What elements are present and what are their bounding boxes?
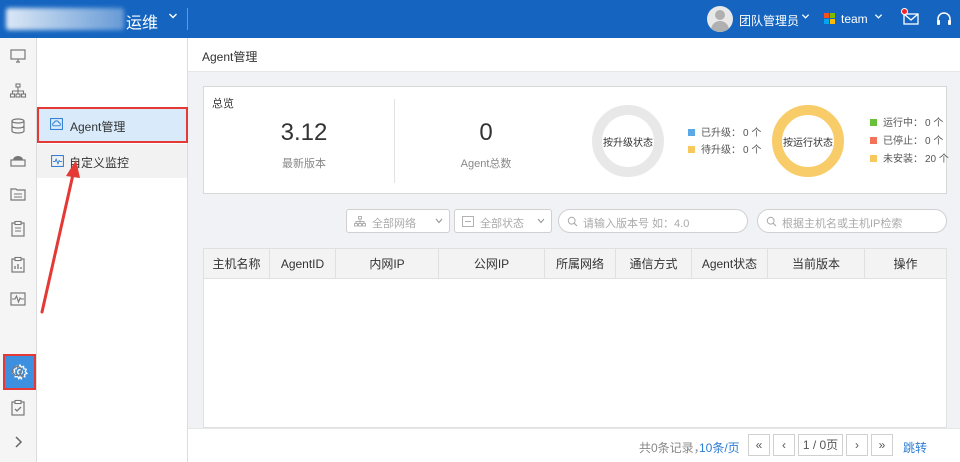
pagination: 共0条记录， 10条/页 « ‹ 1 / 0页 › » 跳转 bbox=[188, 428, 960, 462]
table-header: 主机名称 AgentID 内网IP 公网IP 所属网络 通信方式 Agent状态… bbox=[204, 249, 946, 279]
column-header-agent-status[interactable]: Agent状态 bbox=[692, 249, 768, 279]
latest-version-value: 3.12 bbox=[280, 119, 328, 146]
subnav-item-label: Agent管理 bbox=[70, 120, 126, 134]
run-status-donut-label: 按运行状态 bbox=[783, 138, 833, 149]
chevron-right-icon[interactable] bbox=[11, 435, 25, 449]
network-filter-select[interactable]: 全部网络 bbox=[346, 209, 450, 233]
monitor-icon[interactable] bbox=[9, 47, 27, 65]
overview-panel: 总览 3.12 最新版本 0 Agent总数 按升级状态 已升级： 0 个 待升级… bbox=[203, 86, 949, 194]
main-content: Agent管理 总览 3.12 最新版本 0 Agent总数 按升级状态 已升级… bbox=[188, 38, 960, 462]
notification-dot bbox=[901, 8, 908, 15]
column-header-public-ip[interactable]: 公网IP bbox=[439, 249, 545, 279]
status-icon bbox=[462, 216, 474, 227]
user-menu-chevron-icon[interactable] bbox=[801, 12, 810, 24]
search-icon[interactable] bbox=[9, 363, 27, 381]
file-list-icon[interactable] bbox=[9, 185, 27, 203]
version-search-input[interactable]: 请输入版本号 如：4.0 bbox=[558, 209, 748, 233]
clipboard-icon[interactable] bbox=[9, 220, 27, 238]
agent-total-label: Agent总数 bbox=[460, 158, 512, 170]
team-menu-chevron-icon[interactable] bbox=[874, 12, 883, 24]
top-bar: 运维 团队管理员 team bbox=[0, 0, 960, 38]
clipboard-chart-icon[interactable] bbox=[9, 256, 27, 274]
jump-to-page-link[interactable]: 跳转 bbox=[903, 439, 927, 456]
legend-pending-upgrade: 待升级： 0 个 bbox=[688, 141, 761, 156]
product-title[interactable]: 运维 bbox=[126, 9, 158, 33]
sub-navigation: Agent管理 自定义监控 bbox=[37, 38, 188, 462]
subnav-item-label: 自定义监控 bbox=[69, 156, 130, 170]
legend-stopped: 已停止： 0 个 bbox=[870, 132, 943, 147]
checklist-icon[interactable] bbox=[9, 399, 27, 417]
cloud-disk-icon[interactable] bbox=[9, 151, 27, 169]
chevron-down-icon bbox=[537, 218, 545, 224]
column-header-agent-id[interactable]: AgentID bbox=[270, 249, 336, 279]
column-header-host-name[interactable]: 主机名称 bbox=[204, 249, 270, 279]
topology-icon bbox=[354, 216, 366, 227]
search-icon bbox=[567, 216, 578, 227]
legend-upgraded: 已升级： 0 个 bbox=[688, 124, 761, 139]
column-header-private-ip[interactable]: 内网IP bbox=[336, 249, 439, 279]
chevron-down-icon bbox=[435, 218, 443, 224]
version-search-placeholder: 请输入版本号 如：4.0 bbox=[583, 218, 690, 230]
latest-version-label: 最新版本 bbox=[282, 158, 326, 170]
column-header-current-version[interactable]: 当前版本 bbox=[768, 249, 865, 279]
next-page-button[interactable]: › bbox=[846, 434, 868, 456]
search-icon bbox=[766, 216, 777, 227]
overview-title: 总览 bbox=[212, 98, 234, 110]
topology-icon[interactable] bbox=[9, 82, 27, 100]
overview-divider bbox=[394, 99, 395, 183]
agent-table: 主机名称 AgentID 内网IP 公网IP 所属网络 通信方式 Agent状态… bbox=[203, 248, 947, 428]
legend-not-installed: 未安装： 20 个 bbox=[870, 150, 949, 165]
subnav-item-agent-management[interactable]: Agent管理 bbox=[37, 107, 188, 143]
subnav-item-custom-monitoring[interactable]: 自定义监控 bbox=[37, 144, 187, 178]
last-page-button[interactable]: » bbox=[871, 434, 893, 456]
column-header-actions[interactable]: 操作 bbox=[865, 249, 946, 279]
host-search-placeholder: 根据主机名或主机IP检索 bbox=[782, 218, 903, 230]
breadcrumb: Agent管理 bbox=[188, 38, 960, 72]
user-name[interactable]: 团队管理员 bbox=[739, 12, 799, 29]
column-header-communication[interactable]: 通信方式 bbox=[616, 249, 692, 279]
record-count: 共0条记录， bbox=[639, 441, 706, 455]
product-switch-chevron-icon[interactable] bbox=[168, 10, 178, 24]
headset-icon[interactable] bbox=[935, 11, 953, 27]
team-logo-icon bbox=[824, 13, 836, 25]
team-name[interactable]: team bbox=[841, 12, 868, 26]
host-search-input[interactable]: 根据主机名或主机IP检索 bbox=[757, 209, 947, 233]
status-filter-value: 全部状态 bbox=[480, 218, 524, 230]
page-indicator: 1 / 0页 bbox=[798, 434, 843, 456]
icon-rail bbox=[0, 38, 37, 462]
header-divider bbox=[187, 8, 188, 30]
pulse-icon bbox=[51, 155, 64, 167]
pulse-icon[interactable] bbox=[9, 290, 27, 308]
upgrade-status-donut-label: 按升级状态 bbox=[603, 138, 653, 149]
prev-page-button[interactable]: ‹ bbox=[773, 434, 795, 456]
agent-total-value: 0 bbox=[479, 119, 493, 146]
brand-logo-redacted bbox=[6, 8, 124, 30]
database-icon[interactable] bbox=[9, 117, 27, 135]
page-size-select[interactable]: 10条/页 bbox=[699, 439, 740, 456]
legend-running: 运行中： 0 个 bbox=[870, 114, 943, 129]
status-filter-select[interactable]: 全部状态 bbox=[454, 209, 552, 233]
user-avatar[interactable] bbox=[707, 6, 733, 32]
first-page-button[interactable]: « bbox=[748, 434, 770, 456]
cloud-upload-icon bbox=[50, 118, 63, 130]
page-title: Agent管理 bbox=[202, 50, 258, 64]
column-header-network[interactable]: 所属网络 bbox=[545, 249, 616, 279]
network-filter-value: 全部网络 bbox=[372, 218, 416, 230]
